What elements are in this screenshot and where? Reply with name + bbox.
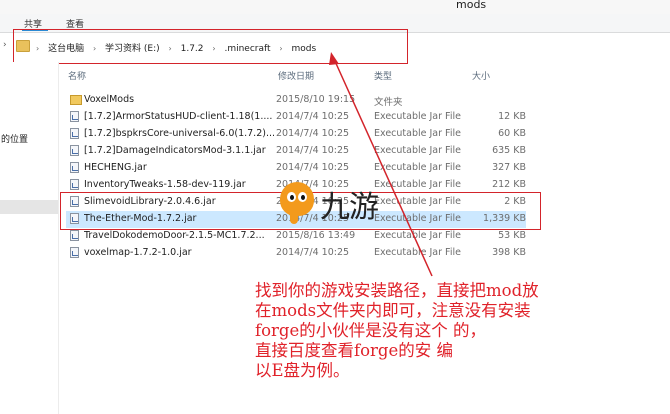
chevron-right-icon[interactable]: › — [3, 40, 7, 50]
column-header-name[interactable]: 名称 — [68, 69, 86, 82]
jar-file-icon — [70, 111, 79, 122]
file-type: 文件夹 — [374, 97, 403, 108]
file-row[interactable]: [1.7.2]DamageIndicatorsMod-3.1.1.jar 2014… — [66, 143, 526, 160]
file-name: [1.7.2]DamageIndicatorsMod-3.1.1.jar — [84, 145, 266, 156]
file-type: Executable Jar File — [374, 145, 461, 156]
window-title: mods — [456, 0, 487, 11]
file-name: HECHENG.jar — [84, 162, 147, 173]
file-type: Executable Jar File — [374, 162, 461, 173]
file-name: InventoryTweaks-1.58-dev-119.jar — [84, 179, 246, 190]
file-date: 2014/7/4 10:25 — [276, 162, 350, 173]
sidebar-location-label[interactable]: 的位置 — [1, 132, 28, 145]
path-highlight-box — [13, 29, 408, 64]
file-size: 60 KB — [498, 128, 526, 139]
sidebar-selected-item[interactable] — [0, 200, 58, 214]
file-size: 212 KB — [492, 179, 526, 190]
file-date: 2014/7/4 10:25 — [276, 128, 350, 139]
file-name: [1.7.2]ArmorStatusHUD-client-1.18(1.... — [84, 111, 273, 122]
navigation-pane: 的位置 — [0, 62, 59, 414]
jar-file-icon — [70, 162, 79, 173]
file-size: 53 KB — [498, 230, 526, 241]
file-name: voxelmap-1.7.2-1.0.jar — [84, 247, 192, 258]
file-size: 635 KB — [492, 145, 526, 156]
file-row[interactable]: voxelmap-1.7.2-1.0.jar 2014/7/4 10:25 Exec… — [66, 245, 526, 262]
file-type: Executable Jar File — [374, 128, 461, 139]
column-header-type[interactable]: 类型 — [374, 69, 392, 82]
folder-icon — [70, 95, 82, 105]
column-headers: 名称 修改日期 类型 大小 — [66, 69, 670, 83]
file-list: VoxelMods 2015/8/10 19:15 文件夹 [1.7.2]ArmorS… — [66, 92, 536, 262]
file-size: 327 KB — [492, 162, 526, 173]
watermark-brand: 九游 — [320, 190, 379, 225]
file-name: [1.7.2]bspkrsCore-universal-6.0(1.7.2)..… — [84, 128, 274, 139]
file-size: 12 KB — [498, 111, 526, 122]
file-date: 2014/7/4 10:25 — [276, 247, 350, 258]
file-name: VoxelMods — [84, 94, 135, 105]
jar-file-icon — [70, 247, 79, 258]
title-bar: mods — [0, 0, 670, 14]
jar-file-icon — [70, 179, 79, 190]
file-row[interactable]: VoxelMods 2015/8/10 19:15 文件夹 — [66, 92, 526, 109]
jar-file-icon — [70, 128, 79, 139]
file-date: 2014/7/4 10:25 — [276, 145, 350, 156]
file-date: 2014/7/4 10:25 — [276, 111, 350, 122]
file-type: Executable Jar File — [374, 247, 461, 258]
file-row[interactable]: [1.7.2]bspkrsCore-universal-6.0(1.7.2)..… — [66, 126, 526, 143]
watermark-logo: 九游 — [278, 178, 398, 232]
blurred-region — [500, 346, 610, 366]
file-size: 398 KB — [492, 247, 526, 258]
file-name: TravelDokodemoDoor-2.1.5-MC1.7.2... — [84, 230, 265, 241]
instruction-text: 找到你的游戏安装路径，直接把mod放 在mods文件夹内即可，注意没有安装 fo… — [255, 281, 539, 380]
blurred-region — [520, 322, 590, 342]
file-date: 2015/8/10 19:15 — [276, 94, 356, 105]
mascot-icon — [280, 182, 314, 216]
jar-file-icon — [70, 230, 79, 241]
file-row[interactable]: [1.7.2]ArmorStatusHUD-client-1.18(1.... 2… — [66, 109, 526, 126]
jar-file-icon — [70, 145, 79, 156]
column-header-size[interactable]: 大小 — [472, 69, 490, 82]
file-type: Executable Jar File — [374, 111, 461, 122]
file-row[interactable]: HECHENG.jar 2014/7/4 10:25 Executable Jar … — [66, 160, 526, 177]
column-header-date[interactable]: 修改日期 — [278, 69, 314, 82]
